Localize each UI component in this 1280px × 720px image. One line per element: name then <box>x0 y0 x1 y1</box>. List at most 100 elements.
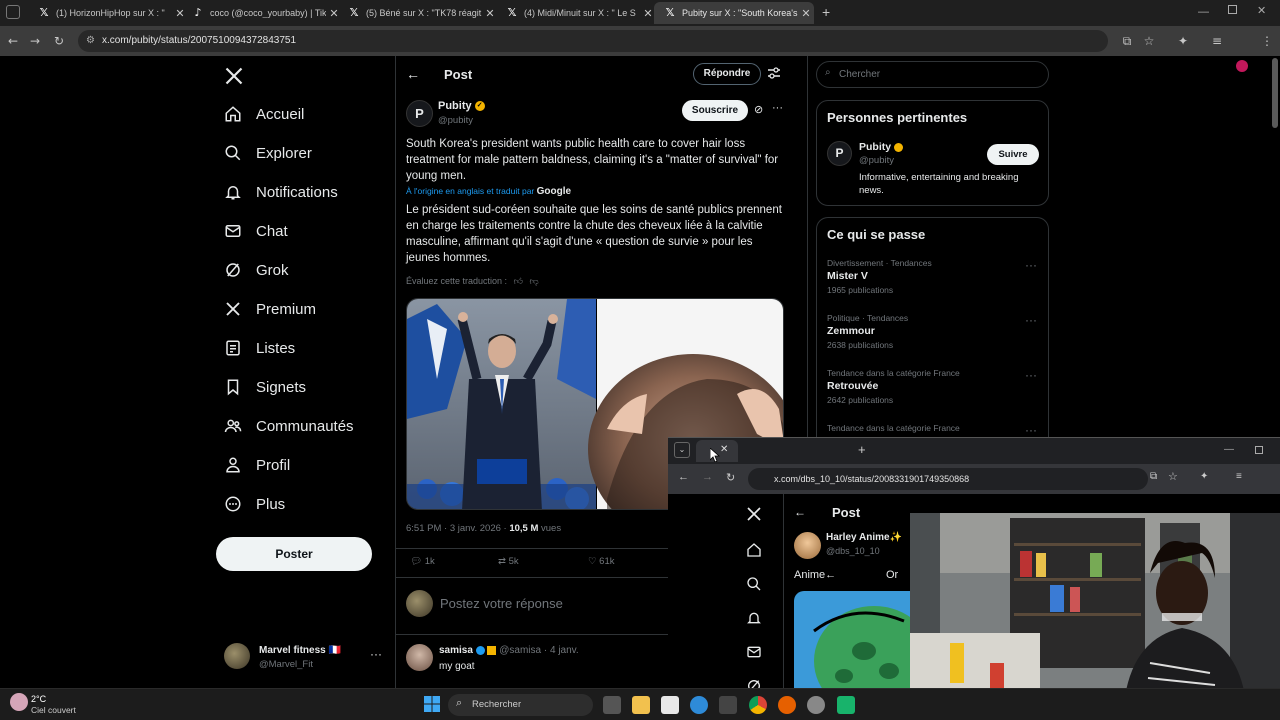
avatar[interactable]: P <box>827 141 852 166</box>
trend-item[interactable]: Politique · Tendances Zemmour 2638 publi… <box>827 313 1037 350</box>
maximize-icon[interactable] <box>1255 446 1263 454</box>
author-name-row[interactable]: Pubity ✓ <box>438 100 485 112</box>
reply-button[interactable]: Répondre <box>693 63 761 85</box>
back-icon[interactable]: ← <box>6 34 20 48</box>
forward-icon[interactable]: → <box>702 471 713 483</box>
trend-item[interactable]: Tendance dans la catégorie France ··· <box>827 423 1037 437</box>
url-field[interactable]: x.com/dbs_10_10/status/20083319017493508… <box>748 468 1148 490</box>
sidebar-item-more[interactable]: Plus <box>224 489 285 519</box>
sidebar-item-explore[interactable]: Explorer <box>224 138 312 168</box>
repost-action[interactable]: ⇄ 5k <box>498 556 519 567</box>
translation-note-text[interactable]: À l'origine en anglais et traduit par <box>406 186 534 196</box>
author-name[interactable]: Harley Anime✨ <box>826 532 902 543</box>
tab-search-icon[interactable] <box>6 5 20 19</box>
sidebar-item-profile[interactable]: Profil <box>224 450 290 480</box>
more-icon[interactable]: ··· <box>370 647 382 661</box>
notepad-icon[interactable] <box>661 696 679 714</box>
browser-tab[interactable]: 𝕏 (5) Béné sur X : "TK78 réagit à l ✕ <box>338 2 498 24</box>
windows-start-icon[interactable] <box>424 696 440 712</box>
forward-icon[interactable]: → <box>28 34 42 48</box>
avatar[interactable] <box>406 644 433 671</box>
scrollbar-thumb[interactable] <box>1272 58 1278 128</box>
sidebar-item-chat[interactable]: Chat <box>224 216 288 246</box>
more-icon[interactable]: ··· <box>1025 423 1037 437</box>
firefox-icon[interactable] <box>778 696 796 714</box>
subscribe-button[interactable]: Souscrire <box>682 100 748 121</box>
sidebar-item-notifications[interactable]: Notifications <box>224 177 338 207</box>
mail-icon[interactable] <box>746 644 762 660</box>
bookmark-star-icon[interactable]: ☆ <box>1142 34 1156 48</box>
taskbar-search[interactable]: ⌕ Rechercher <box>448 694 593 716</box>
task-view-icon[interactable] <box>603 696 621 714</box>
settings-sliders-icon[interactable] <box>767 66 781 80</box>
browser-tab[interactable]: ♪ coco (@coco_yourbaby) | TikTok ✕ <box>182 2 342 24</box>
post-timestamp[interactable]: 6:51 PM · 3 janv. 2026 · <box>406 523 509 534</box>
new-tab-button[interactable]: + <box>822 4 830 20</box>
home-icon[interactable] <box>746 542 762 558</box>
trend-item[interactable]: Tendance dans la catégorie France Retrou… <box>827 368 1037 405</box>
browser-tab[interactable]: 𝕏 (1) HorizonHipHop sur X : " ✕ <box>28 2 188 24</box>
install-app-icon[interactable]: ⧉ <box>1120 34 1134 48</box>
store-icon[interactable] <box>719 696 737 714</box>
reload-icon[interactable]: ↻ <box>726 471 735 484</box>
x-logo-icon[interactable] <box>224 66 244 86</box>
follow-button[interactable]: Suivre <box>987 144 1039 165</box>
more-icon[interactable]: ··· <box>1025 258 1037 272</box>
media-icon[interactable]: ≡ <box>1236 471 1242 482</box>
close-tab-icon[interactable]: ✕ <box>798 7 814 20</box>
browser-tab-active[interactable]: 𝕏 Pubity sur X : "South Korea's pr ✕ <box>654 2 814 24</box>
reply-action[interactable]: 💬︎ 1k <box>410 556 435 567</box>
more-icon[interactable]: ··· <box>1025 368 1037 382</box>
back-arrow-icon[interactable]: ← <box>406 66 420 82</box>
like-action[interactable]: ♡ 61k <box>588 556 615 567</box>
new-tab-button[interactable]: + <box>858 442 866 457</box>
sidebar-item-lists[interactable]: Listes <box>224 333 295 363</box>
thumbs-down-icon[interactable]: 👎︎ <box>530 276 539 286</box>
more-icon[interactable]: ··· <box>1025 313 1037 327</box>
reload-icon[interactable]: ↻ <box>52 34 66 48</box>
site-info-icon[interactable]: ⚙ <box>86 30 95 52</box>
browser-menu-icon[interactable]: ⋮ <box>1260 34 1274 48</box>
weather-temp[interactable]: 2°C <box>31 694 46 704</box>
back-icon[interactable]: ← <box>678 471 689 483</box>
close-tab-icon[interactable]: ✕ <box>720 444 728 455</box>
post-button[interactable]: Poster <box>216 537 372 571</box>
post-media[interactable] <box>794 591 910 697</box>
extensions-icon[interactable]: ✦ <box>1176 34 1190 48</box>
chrome-icon[interactable] <box>749 696 767 714</box>
extensions-icon[interactable]: ✦ <box>1200 471 1208 482</box>
bookmark-star-icon[interactable]: ☆ <box>1168 470 1178 483</box>
media-icon[interactable]: ≡ <box>1210 34 1224 48</box>
sidebar-item-grok[interactable]: Grok <box>224 255 289 285</box>
file-explorer-icon[interactable] <box>632 696 650 714</box>
x-logo-icon[interactable] <box>746 506 762 522</box>
sidebar-item-bookmarks[interactable]: Signets <box>224 372 306 402</box>
app-icon[interactable] <box>837 696 855 714</box>
reply-input[interactable]: Postez votre réponse <box>440 596 563 611</box>
close-window-icon[interactable]: ✕ <box>1257 4 1266 17</box>
install-app-icon[interactable]: ⧉ <box>1150 471 1157 482</box>
sidebar-item-communities[interactable]: Communautés <box>224 411 354 441</box>
back-arrow-icon[interactable]: ← <box>794 505 806 519</box>
edge-icon[interactable] <box>690 696 708 714</box>
account-switcher[interactable]: Marvel fitness 🇫🇷 @Marvel_Fit ··· <box>224 643 394 673</box>
settings-icon[interactable] <box>807 696 825 714</box>
minimize-icon[interactable]: — <box>1224 444 1234 455</box>
url-field[interactable]: ⚙ x.com/pubity/status/200751009437284375… <box>78 30 1108 52</box>
grok-icon[interactable]: ⊘ <box>754 103 763 116</box>
maximize-icon[interactable] <box>1228 5 1237 14</box>
weather-icon[interactable] <box>10 693 28 711</box>
avatar[interactable]: P <box>406 100 433 127</box>
person-name-row[interactable]: Pubity <box>859 141 904 153</box>
bell-icon[interactable] <box>746 610 762 626</box>
reply-author-name[interactable]: samisa <box>439 645 473 656</box>
search-input[interactable]: ⌕ Chercher <box>816 61 1049 88</box>
avatar[interactable] <box>794 532 821 559</box>
sidebar-item-premium[interactable]: Premium <box>224 294 316 324</box>
trend-item[interactable]: Divertissement · Tendances Mister V 1965… <box>827 258 1037 295</box>
browser-tab[interactable]: 𝕏 (4) Midi/Minuit sur X : " Le S ✕ <box>496 2 656 24</box>
profile-avatar[interactable] <box>1236 60 1248 72</box>
thumbs-up-icon[interactable]: 👍︎ <box>514 276 523 286</box>
sidebar-item-home[interactable]: Accueil <box>224 99 304 129</box>
minimize-icon[interactable]: — <box>1198 6 1209 18</box>
